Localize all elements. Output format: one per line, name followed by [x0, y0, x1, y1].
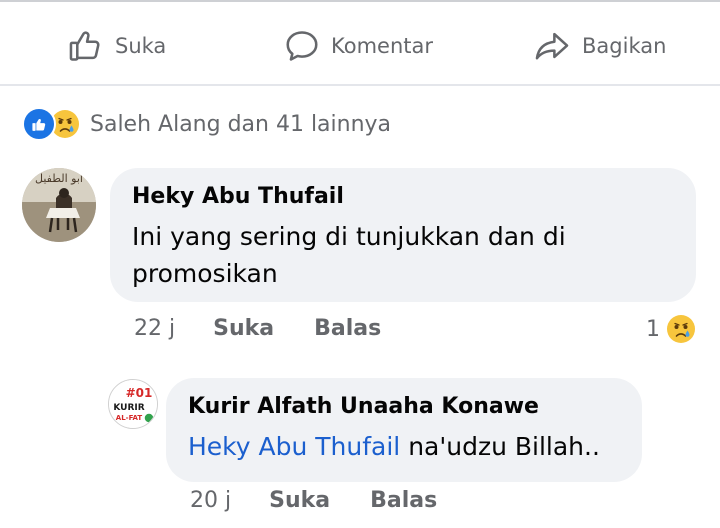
- comment-author[interactable]: Heky Abu Thufail: [132, 184, 344, 209]
- reply-like-button[interactable]: Suka: [269, 488, 330, 513]
- avatar-logo-subtext: AL-FAT: [116, 414, 143, 422]
- reactions-summary-text: Saleh Alang dan 41 lainnya: [90, 111, 392, 137]
- share-button-label: Bagikan: [582, 34, 667, 58]
- section-divider: [0, 84, 720, 86]
- like-reaction-icon: [22, 107, 56, 141]
- comment-reaction-count[interactable]: 1: [646, 314, 696, 344]
- comment-reply-button[interactable]: Balas: [314, 316, 381, 341]
- comment-meta: 22 j Suka Balas: [134, 316, 421, 341]
- comment-button[interactable]: Komentar: [283, 22, 433, 70]
- avatar-arabic-text: أبو الطفيل: [35, 171, 83, 185]
- reply-text: Heky Abu Thufail na'udzu Billah..: [188, 428, 600, 465]
- reply-mention-link[interactable]: Heky Abu Thufail: [188, 432, 400, 461]
- share-button[interactable]: Bagikan: [532, 22, 666, 70]
- sad-reaction-icon: [667, 315, 695, 343]
- avatar-logo-number: #01: [126, 386, 153, 400]
- comment-like-button[interactable]: Suka: [213, 316, 274, 341]
- reply-body-text: na'udzu Billah..: [400, 432, 600, 461]
- commenter-avatar[interactable]: أبو الطفيل: [22, 168, 96, 242]
- post-action-bar: Suka Komentar Bagikan: [0, 8, 720, 84]
- comment-icon: [286, 31, 318, 61]
- reply-reply-button[interactable]: Balas: [370, 488, 437, 513]
- thumbs-up-icon: [69, 31, 100, 61]
- reply-meta: 20 j Suka Balas: [190, 488, 477, 513]
- comment-timestamp[interactable]: 22 j: [134, 316, 175, 341]
- reply-author[interactable]: Kurir Alfath Unaaha Konawe: [188, 394, 539, 419]
- comment-bubble: Heky Abu Thufail Ini yang sering di tunj…: [110, 168, 696, 302]
- like-button[interactable]: Suka: [67, 22, 166, 70]
- comment-text: Ini yang sering di tunjukkan dan di prom…: [132, 222, 566, 288]
- reaction-count-number: 1: [646, 316, 660, 342]
- reply-timestamp[interactable]: 20 j: [190, 488, 231, 513]
- comment-button-label: Komentar: [331, 34, 433, 58]
- share-arrow-icon: [535, 32, 569, 60]
- reply-avatar[interactable]: #01 KURIR AL-FAT: [108, 379, 158, 429]
- avatar-logo-text: KURIR: [113, 403, 144, 413]
- reply-bubble: Kurir Alfath Unaaha Konawe Heky Abu Thuf…: [166, 378, 642, 482]
- like-button-label: Suka: [115, 34, 167, 58]
- reactions-summary[interactable]: Saleh Alang dan 41 lainnya: [22, 106, 391, 142]
- top-divider: [0, 0, 720, 2]
